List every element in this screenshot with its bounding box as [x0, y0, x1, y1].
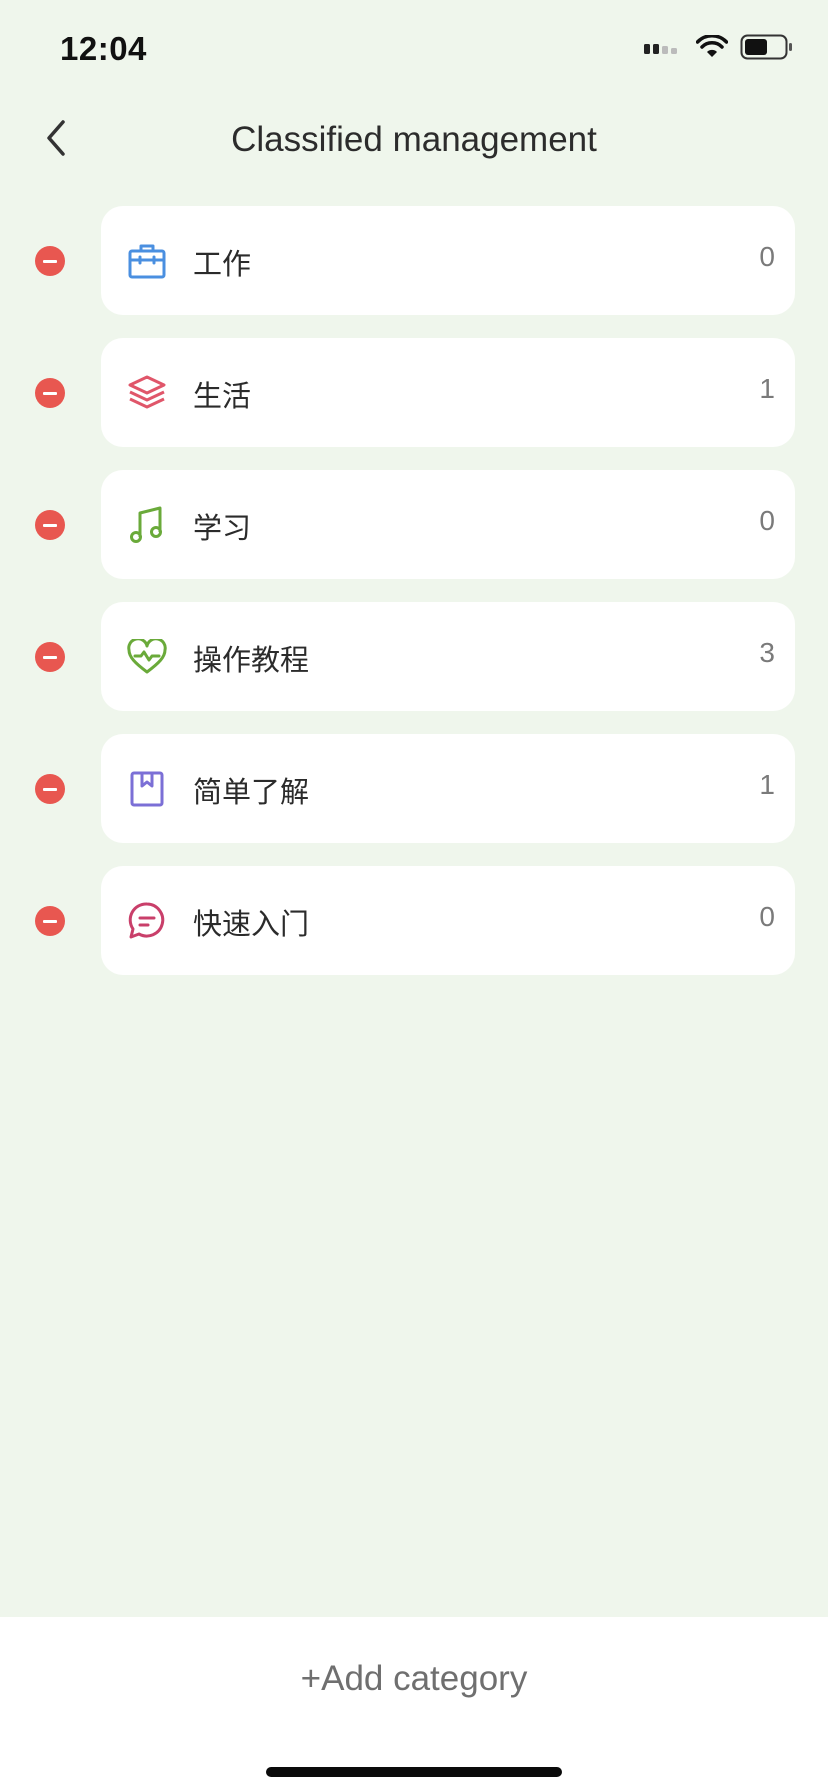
category-count: 0 [759, 901, 775, 932]
category-card[interactable]: 学习 0 [101, 470, 795, 579]
status-bar: 12:04 [0, 0, 828, 100]
status-time: 12:04 [60, 30, 147, 67]
home-indicator [266, 1767, 562, 1777]
category-row: 快速入门 0 [0, 866, 828, 975]
category-row: 简单了解 1 [0, 734, 828, 843]
page-title: Classified management [231, 120, 597, 159]
delete-button[interactable] [35, 510, 65, 540]
briefcase-icon [127, 241, 167, 281]
category-name: 快速入门 [193, 907, 310, 941]
category-card[interactable]: 快速入门 0 [101, 866, 795, 975]
category-row: 生活 1 [0, 338, 828, 447]
category-card[interactable]: 生活 1 [101, 338, 795, 447]
category-count: 0 [759, 505, 775, 536]
category-count: 3 [759, 637, 775, 668]
category-count: 1 [759, 373, 775, 404]
screen: 12:04 Classified management 工作 0 生活 1 学习… [0, 0, 828, 1792]
category-name: 工作 [193, 247, 252, 281]
music-note-icon [127, 505, 167, 545]
category-count: 1 [759, 769, 775, 800]
category-row: 操作教程 3 [0, 602, 828, 711]
delete-button[interactable] [35, 246, 65, 276]
delete-button[interactable] [35, 378, 65, 408]
category-list: 工作 0 生活 1 学习 0 操作教程 3 简单了解 1 快速入门 0 [0, 206, 828, 998]
heart-pulse-icon [127, 637, 167, 677]
status-icons [644, 34, 794, 65]
battery-icon [740, 34, 794, 65]
delete-button[interactable] [35, 774, 65, 804]
category-name: 简单了解 [193, 775, 310, 809]
category-card[interactable]: 工作 0 [101, 206, 795, 315]
category-count: 0 [759, 241, 775, 272]
chat-bubble-icon [127, 901, 167, 941]
wifi-icon [695, 34, 729, 64]
category-name: 操作教程 [193, 643, 310, 677]
signal-icon [644, 40, 684, 59]
category-card[interactable]: 操作教程 3 [101, 602, 795, 711]
layers-icon [127, 373, 167, 413]
category-row: 工作 0 [0, 206, 828, 315]
category-name: 学习 [193, 511, 252, 545]
add-category-button[interactable]: +Add category [0, 1649, 828, 1709]
category-name: 生活 [193, 379, 252, 413]
delete-button[interactable] [35, 906, 65, 936]
bookmark-book-icon [127, 769, 167, 809]
category-card[interactable]: 简单了解 1 [101, 734, 795, 843]
nav-bar: Classified management [0, 100, 828, 182]
bottom-bar: +Add category [0, 1617, 828, 1792]
delete-button[interactable] [35, 642, 65, 672]
category-row: 学习 0 [0, 470, 828, 579]
